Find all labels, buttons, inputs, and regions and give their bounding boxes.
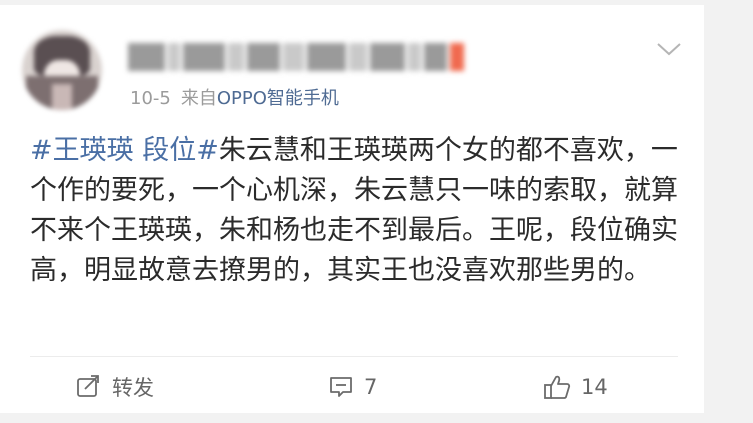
comment-icon bbox=[328, 375, 354, 399]
chevron-down-icon[interactable] bbox=[656, 41, 682, 57]
post-date: 10-5 bbox=[130, 88, 171, 109]
username-blurred[interactable] bbox=[128, 43, 464, 71]
source-prefix: 来自 bbox=[180, 88, 217, 109]
repost-icon bbox=[76, 375, 102, 399]
repost-button[interactable]: 转发 bbox=[76, 367, 154, 407]
like-count: 14 bbox=[581, 375, 608, 399]
avatar[interactable] bbox=[22, 30, 102, 110]
topic-hashtag[interactable]: #王瑛瑛 段位# bbox=[30, 135, 219, 166]
post-content: #王瑛瑛 段位#朱云慧和王瑛瑛两个女的都不喜欢，一个作的要死，一个心机深，朱云慧… bbox=[30, 131, 678, 291]
repost-label: 转发 bbox=[112, 376, 154, 400]
source-device[interactable]: OPPO智能手机 bbox=[217, 88, 339, 109]
post-meta: 10-5 来自OPPO智能手机 bbox=[130, 88, 339, 110]
comment-button[interactable]: 7 bbox=[328, 367, 377, 407]
like-button[interactable]: 14 bbox=[543, 367, 608, 407]
thumbs-up-icon bbox=[543, 374, 571, 400]
comment-count: 7 bbox=[364, 375, 378, 399]
divider bbox=[30, 356, 678, 357]
action-bar: 转发 7 14 bbox=[0, 367, 704, 407]
weibo-post-card: 10-5 来自OPPO智能手机 #王瑛瑛 段位#朱云慧和王瑛瑛两个女的都不喜欢，一… bbox=[0, 5, 704, 413]
